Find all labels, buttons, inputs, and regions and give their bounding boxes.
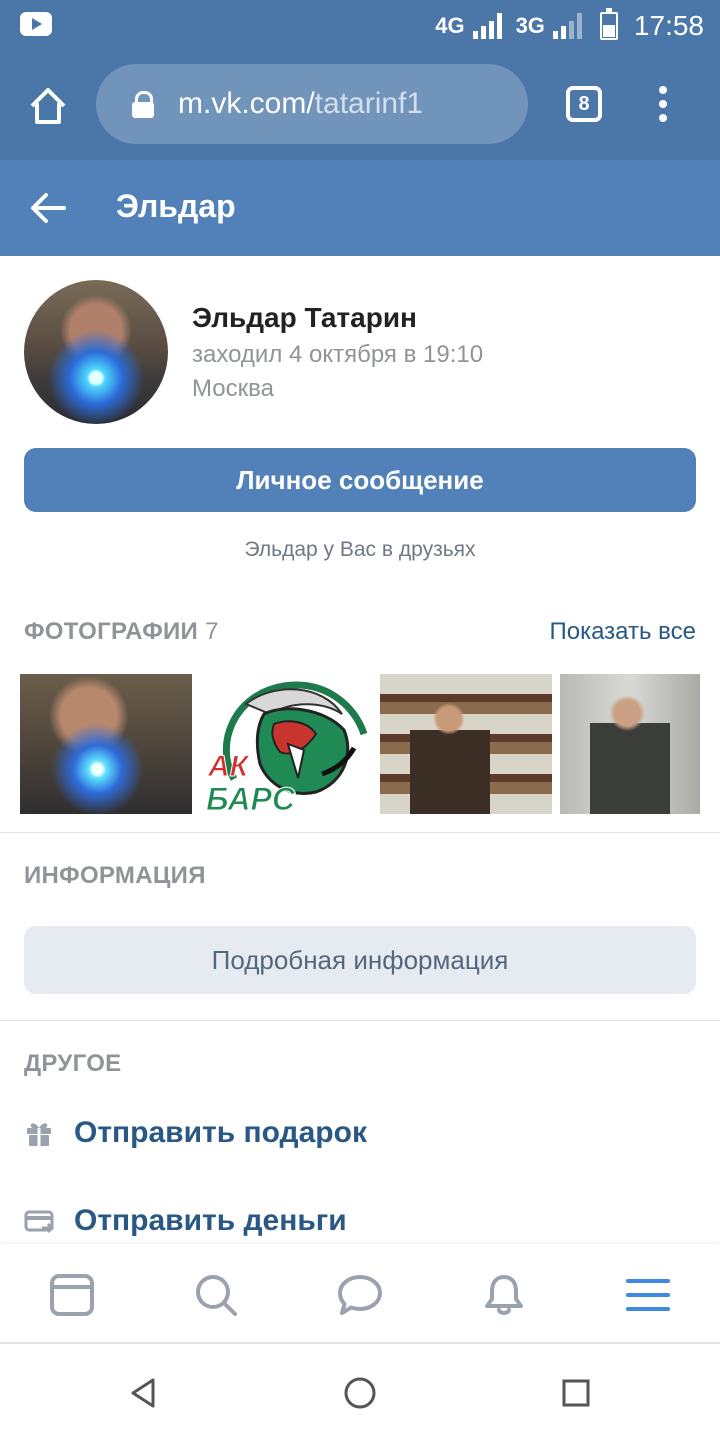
browser-toolbar: m.vk.com/tatarinf1 8 bbox=[0, 52, 720, 160]
back-arrow-icon[interactable] bbox=[28, 188, 68, 228]
url-host: m.vk.com/ bbox=[178, 87, 315, 120]
friend-status-note: Эльдар у Вас в друзьях bbox=[244, 538, 476, 561]
ak-bars-logo: АК БАРС bbox=[206, 681, 368, 814]
section-divider bbox=[0, 832, 720, 833]
bottom-tab-bar bbox=[0, 1244, 720, 1344]
network-type-label: 4G bbox=[435, 13, 465, 38]
youtube-notification-icon bbox=[20, 12, 52, 36]
show-all-photos-link[interactable]: Показать все bbox=[549, 618, 696, 646]
gift-icon bbox=[27, 1123, 51, 1146]
news-icon[interactable] bbox=[49, 1272, 95, 1318]
detailed-info-button[interactable]: Подробная информация bbox=[24, 926, 696, 994]
signal-strength-secondary-icon bbox=[552, 13, 582, 39]
logo-text-top: АК bbox=[207, 750, 251, 783]
system-back-icon[interactable] bbox=[127, 1376, 161, 1410]
photos-title-label: ФОТОГРАФИИ bbox=[24, 618, 199, 645]
system-nav-bar bbox=[0, 1346, 720, 1440]
signal-strength-icon bbox=[472, 13, 502, 39]
logo-text-bottom: БАРС bbox=[206, 781, 296, 814]
send-gift-label: Отправить подарок bbox=[74, 1116, 367, 1149]
last-seen-status: заходил 4 октября в 19:10 bbox=[192, 341, 484, 368]
photos-section-title: ФОТОГРАФИИ 7 bbox=[24, 618, 219, 646]
avatar[interactable] bbox=[24, 280, 168, 424]
other-section-title: ДРУГОЕ bbox=[24, 1050, 122, 1077]
status-bar: 4G 3G 17:58 bbox=[0, 0, 720, 52]
browser-menu-icon[interactable] bbox=[655, 86, 671, 126]
search-icon[interactable] bbox=[193, 1272, 239, 1318]
send-message-button[interactable]: Личное сообщение bbox=[24, 448, 696, 512]
system-home-icon[interactable] bbox=[343, 1376, 377, 1410]
home-icon[interactable] bbox=[26, 84, 70, 128]
photo-thumbnail[interactable] bbox=[560, 674, 700, 814]
section-divider bbox=[0, 1020, 720, 1021]
url-path: tatarinf1 bbox=[314, 87, 424, 120]
photo-thumbnail[interactable]: АК БАРС bbox=[204, 674, 368, 814]
lock-icon bbox=[132, 91, 154, 118]
system-recents-icon[interactable] bbox=[559, 1376, 593, 1410]
clock: 17:58 bbox=[633, 10, 704, 41]
info-section-title: ИНФОРМАЦИЯ bbox=[24, 862, 206, 889]
profile-name: Эльдар Татарин bbox=[192, 302, 417, 333]
tab-switcher-button[interactable]: 8 bbox=[566, 86, 602, 122]
send-money-label: Отправить деньги bbox=[74, 1204, 347, 1237]
messages-icon[interactable] bbox=[337, 1272, 383, 1318]
status-indicators: 4G 3G 17:58 bbox=[435, 8, 704, 44]
send-gift-action[interactable]: Отправить подарок bbox=[24, 1116, 367, 1150]
battery-icon bbox=[599, 8, 618, 40]
photo-thumbnail[interactable] bbox=[20, 674, 192, 814]
profile-city: Москва bbox=[192, 375, 274, 402]
address-bar[interactable]: m.vk.com/tatarinf1 bbox=[96, 64, 528, 144]
notifications-icon[interactable] bbox=[481, 1272, 527, 1318]
url-text: m.vk.com/tatarinf1 bbox=[178, 87, 423, 121]
send-money-action[interactable]: Отправить деньги bbox=[24, 1204, 347, 1238]
photos-count: 7 bbox=[205, 618, 219, 645]
page-header: Эльдар bbox=[0, 160, 720, 256]
money-transfer-icon bbox=[24, 1210, 54, 1234]
photo-thumbnail[interactable] bbox=[380, 674, 552, 814]
page-title: Эльдар bbox=[116, 188, 236, 224]
network-type-label-secondary: 3G bbox=[515, 13, 545, 38]
menu-icon[interactable] bbox=[625, 1272, 671, 1318]
